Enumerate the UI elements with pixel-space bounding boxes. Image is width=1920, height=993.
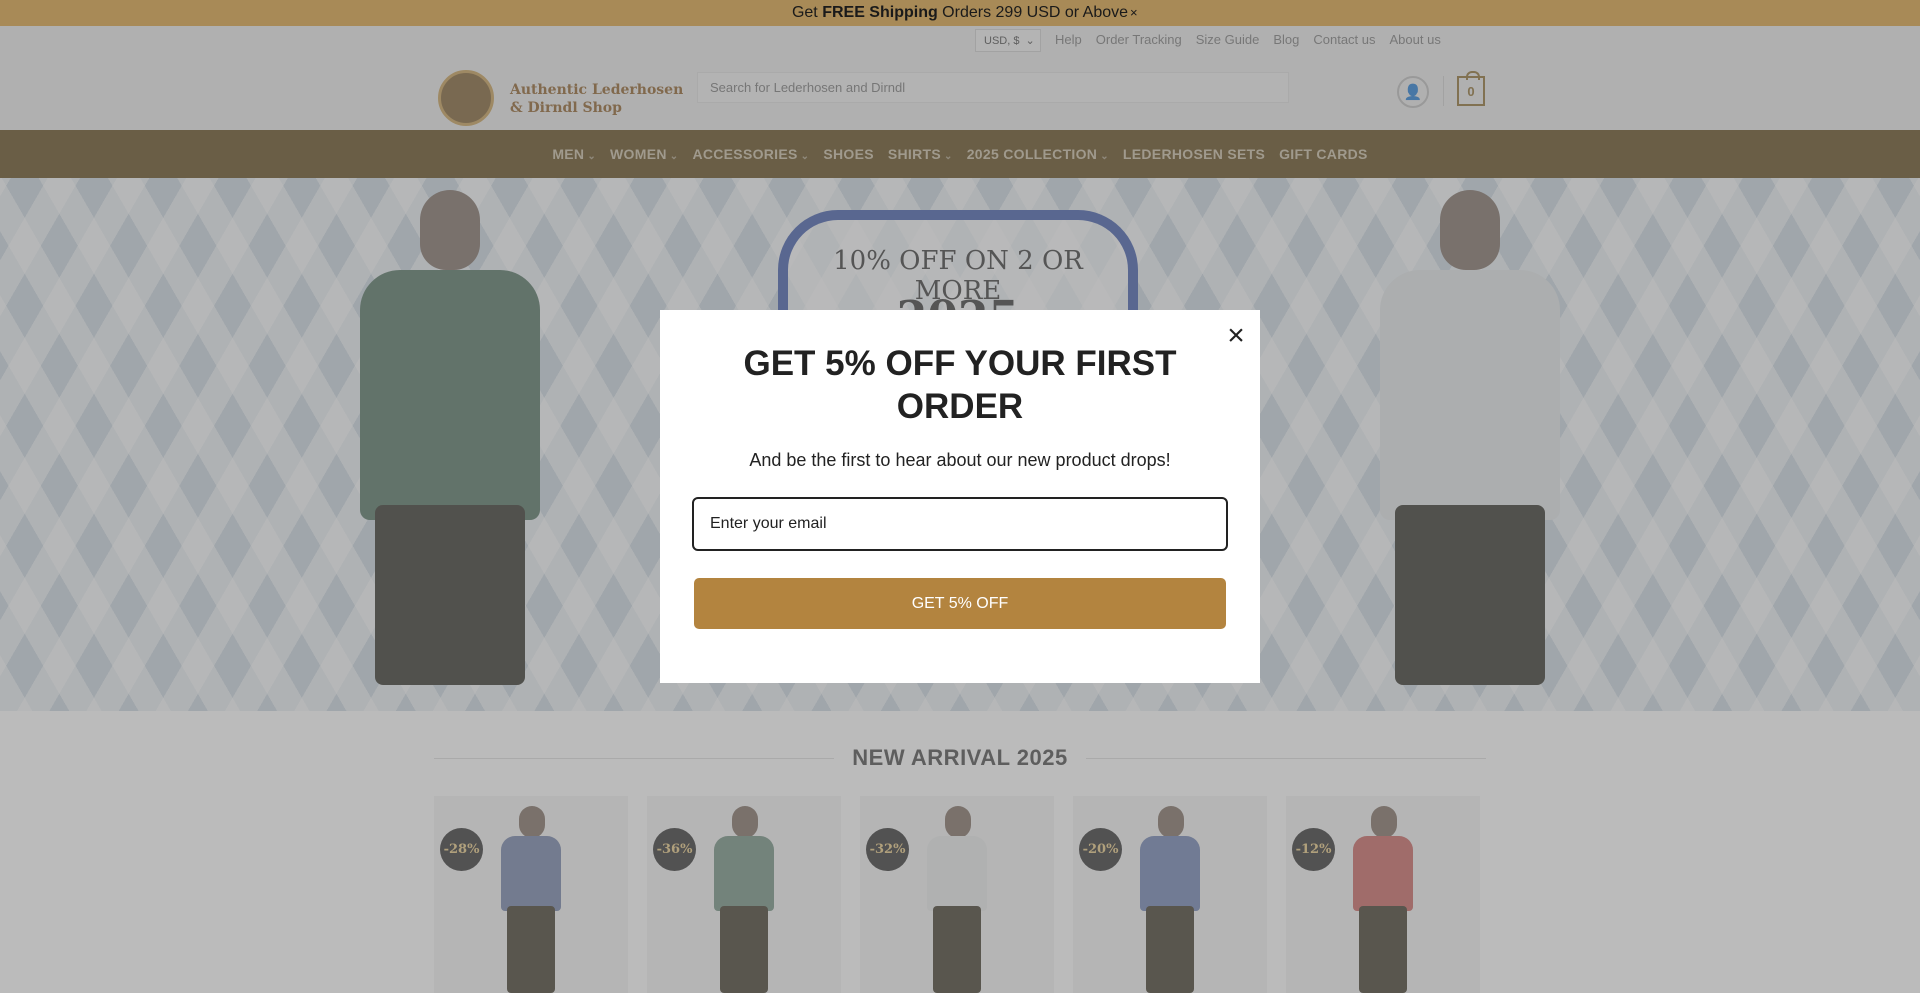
announcement-text: Get FREE Shipping Orders 299 USD or Abov…: [791, 4, 1129, 21]
announcement-close-icon[interactable]: ×: [1130, 5, 1138, 20]
popup-subtitle: And be the first to hear about our new p…: [749, 450, 1171, 470]
announcement-bar: Get FREE Shipping Orders 299 USD or Abov…: [0, 0, 1920, 26]
get-discount-button[interactable]: GET 5% OFF: [694, 578, 1226, 629]
popup-title: GET 5% OFF YOUR FIRST ORDER: [743, 344, 1177, 426]
email-popup: × GET 5% OFF YOUR FIRST ORDER And be the…: [660, 310, 1260, 683]
close-icon[interactable]: ×: [1221, 321, 1251, 352]
email-field[interactable]: [692, 497, 1228, 551]
